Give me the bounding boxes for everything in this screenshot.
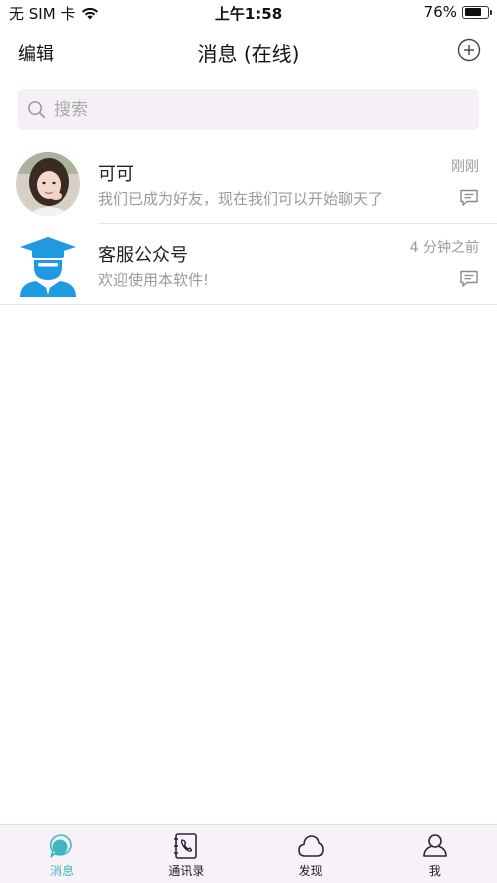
tab-bar: 消息 通讯录 发现 我 [0,824,497,883]
conversation-item[interactable]: 可可 我们已成为好友，现在我们可以开始聊天了 刚刚 [0,143,497,224]
tab-label: 我 [428,864,441,878]
tab-label: 通讯录 [168,864,205,878]
battery-icon [462,5,492,19]
battery-tip [490,9,492,15]
status-right: 76% [423,3,492,21]
message-preview: 欢迎使用本软件! [98,271,210,289]
tab-discover[interactable]: 发现 [249,825,373,883]
service-agent-avatar [16,233,80,297]
search-input[interactable] [54,99,454,120]
message-time: 刚刚 [451,159,479,175]
message-preview: 我们已成为好友，现在我们可以开始聊天了 [98,190,384,208]
cloud-icon [297,835,324,857]
contact-name: 可可 [98,164,134,185]
chat-bubble-icon[interactable] [459,189,479,207]
tab-label: 发现 [298,864,323,878]
message-bubble-icon [49,834,72,858]
chat-bubble-icon[interactable] [459,270,479,288]
status-bar: 无 SIM 卡 上午1:58 76% [0,0,497,26]
battery-fill [464,8,482,16]
tab-label: 消息 [50,864,75,878]
search-icon [28,101,45,118]
person-icon [423,834,447,857]
nav-bar: 编辑 消息 (在线) [0,26,497,76]
contact-name: 客服公众号 [98,245,188,266]
page-title: 消息 (在线) [197,42,300,66]
divider [0,304,497,305]
contacts-book-icon [174,833,198,859]
photo-avatar [16,152,80,216]
status-time: 上午1:58 [214,5,283,23]
tab-messages[interactable]: 消息 [0,825,124,883]
battery-percent: 76% [423,3,457,21]
search-bar[interactable] [18,89,479,130]
tab-me[interactable]: 我 [373,825,497,883]
message-time: 4 分钟之前 [409,240,479,256]
conversation-list: 可可 我们已成为好友，现在我们可以开始聊天了 刚刚 客服公众号 欢迎使用本软件!… [0,143,497,305]
app-root: 无 SIM 卡 上午1:58 76% 编辑 消息 (在线) 搜索 可可 我们已成… [0,0,497,883]
conversation-item[interactable]: 客服公众号 欢迎使用本软件! 4 分钟之前 [0,224,497,305]
tab-contacts[interactable]: 通讯录 [124,825,248,883]
plus-circle-icon[interactable] [457,38,481,62]
